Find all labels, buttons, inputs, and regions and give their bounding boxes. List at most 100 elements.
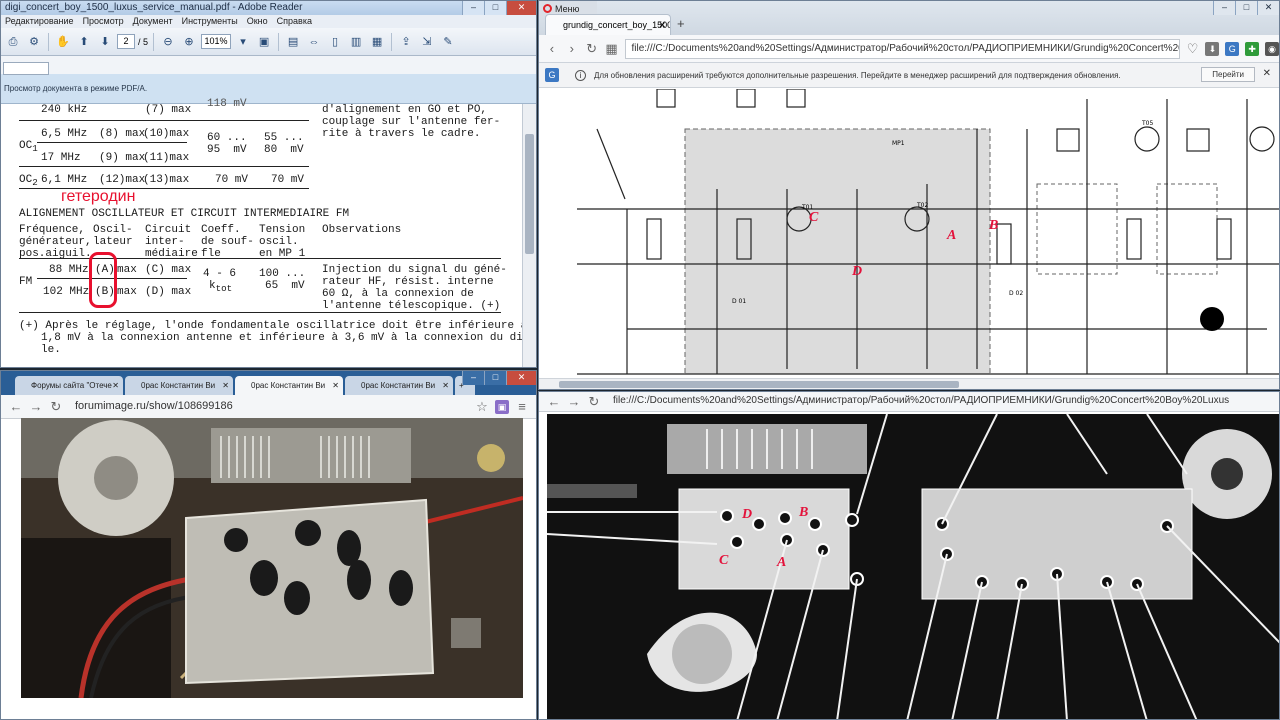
scan-url-input[interactable]: file:///C:/Documents%20and%20Settings/Ад… (607, 392, 1277, 412)
chrome-tab[interactable]: Форумы сайта "Отече ✕ (15, 376, 123, 395)
minimize-button[interactable]: – (462, 1, 484, 15)
chrome-tab-active[interactable]: 0рас Константин Ви ✕ (235, 376, 343, 395)
schematic-image[interactable]: T01 T02 T05 MP1 D 01 D 02 A B C D (567, 89, 1279, 377)
extension-icon[interactable]: ▣ (495, 399, 509, 414)
doc-text: 100 ... (259, 268, 306, 280)
info-icon: i (575, 69, 586, 81)
scroll-thumb[interactable] (525, 134, 534, 254)
tab-close-icon[interactable]: ✕ (332, 376, 339, 395)
extension-icon[interactable]: G (1225, 41, 1240, 56)
doc-text: 6,5 MHz (41, 128, 88, 140)
zoom-out-icon[interactable]: ⊖ (159, 33, 177, 51)
star-icon[interactable]: ☆ (475, 399, 489, 415)
two-page-icon[interactable]: ▥ (347, 33, 365, 51)
tab-close-icon[interactable]: ✕ (222, 376, 229, 395)
extension-icon[interactable]: ✚ (1245, 41, 1260, 56)
bookmark-heart-icon[interactable]: ♡ (1186, 41, 1200, 57)
tab-close-icon[interactable]: ✕ (442, 376, 449, 395)
minimize-button[interactable]: – (462, 371, 484, 385)
chrome-url-input[interactable]: forumimage.ru/show/108699186 (69, 397, 469, 417)
menu-document[interactable]: Документ (133, 15, 173, 28)
doc-text: rite à travers le cadre. (322, 128, 481, 140)
forward-icon[interactable]: → (567, 394, 581, 409)
doc-text: 240 kHz (41, 104, 88, 116)
minimize-button[interactable]: – (1213, 1, 1235, 15)
tab-close-icon[interactable]: ✕ (658, 15, 666, 35)
back-icon[interactable]: ‹ (545, 41, 559, 56)
extension-icon[interactable]: ⬇ (1205, 41, 1220, 56)
fit-width-icon[interactable]: ⇔ (305, 33, 323, 51)
header-circ: Circuit inter- médiaire (145, 224, 198, 260)
settings-icon[interactable]: ⚙ (25, 33, 43, 51)
doc-text: (12)max (99, 174, 146, 186)
forward-icon[interactable]: › (565, 41, 579, 56)
maximize-button[interactable]: □ (1235, 1, 1257, 15)
chrome-tab[interactable]: 0рас Константин Ви ✕ (345, 376, 453, 395)
extension-icon[interactable]: ◉ (1265, 41, 1279, 56)
reload-icon[interactable]: ↻ (49, 399, 63, 415)
mp1-label: MP1 (892, 140, 905, 147)
fit-page-icon[interactable]: ▣ (255, 33, 273, 51)
tab-title: Форумы сайта "Отече (31, 381, 112, 390)
page-up-icon[interactable]: ⬆ (75, 33, 93, 51)
scan-address-bar: ← → ↻ file:///C:/Documents%20and%20Setti… (539, 392, 1279, 412)
menu-edit[interactable]: Редактирование (5, 15, 74, 28)
zoom-in-icon[interactable]: ⊕ (180, 33, 198, 51)
label-a: A (946, 228, 956, 243)
export-icon[interactable]: ⇪ (397, 33, 415, 51)
opera-hscroll[interactable] (539, 378, 1279, 389)
label-d: D (851, 264, 862, 279)
notice-go-button[interactable]: Перейти (1201, 67, 1255, 82)
speed-dial-icon[interactable]: ▦ (605, 41, 619, 57)
back-icon[interactable]: ← (547, 394, 561, 409)
chassis-scan-image[interactable]: D B C A (547, 414, 1279, 719)
scroll-thumb[interactable] (559, 381, 959, 388)
find-input[interactable] (3, 62, 49, 75)
zoom-input[interactable]: 101% (201, 34, 232, 49)
close-button[interactable]: ✕ (1257, 1, 1279, 15)
maximize-button[interactable]: □ (484, 1, 506, 15)
reader-titlebar[interactable]: digi_concert_boy_1500_luxus_service_manu… (1, 1, 536, 15)
save-icon[interactable]: ▤ (284, 33, 302, 51)
close-button[interactable]: ✕ (506, 371, 536, 385)
doc-text: 1,8 mV à la connexion antenne et inférie… (41, 332, 537, 344)
tab-close-icon[interactable]: ✕ (112, 376, 119, 395)
single-page-icon[interactable]: ▯ (326, 33, 344, 51)
opera-tab[interactable]: grundig_concert_boy_1500_ ✕ (545, 14, 671, 35)
doc-text: (C) max (145, 264, 192, 276)
zoom-dropdown-icon[interactable]: ▾ (234, 33, 252, 51)
reader-title: digi_concert_boy_1500_luxus_service_manu… (5, 2, 303, 13)
back-icon[interactable]: ← (9, 399, 23, 414)
comment-icon[interactable]: ✎ (439, 33, 457, 51)
fullscreen-icon[interactable]: ▦ (368, 33, 386, 51)
page-down-icon[interactable]: ⬇ (96, 33, 114, 51)
close-button[interactable]: ✕ (506, 1, 536, 15)
reload-icon[interactable]: ↻ (585, 41, 599, 57)
doc-text: 118 mV (207, 98, 247, 110)
extension-icon: G (545, 68, 559, 82)
menu-help[interactable]: Справка (277, 15, 312, 28)
print-icon[interactable]: ⎙ (4, 33, 22, 51)
document-page[interactable]: 240 kHz (7) max 118 mV d'alignement en G… (1, 98, 537, 367)
tab-title: grundig_concert_boy_1500_ (563, 20, 671, 30)
page-number-input[interactable]: 2 (117, 34, 135, 49)
scan-label-b: B (798, 505, 808, 520)
chrome-tab[interactable]: 0рас Константин Ви ✕ (125, 376, 233, 395)
menu-tools[interactable]: Инструменты (182, 15, 238, 28)
opera-url-input[interactable]: file:///C:/Documents%20and%20Settings/Ад… (624, 38, 1180, 59)
reload-icon[interactable]: ↻ (587, 394, 601, 410)
radio-chassis-photo[interactable] (21, 418, 524, 699)
maximize-button[interactable]: □ (484, 371, 506, 385)
scan-label-c: C (719, 553, 729, 568)
hand-icon[interactable]: ✋ (54, 33, 72, 51)
reader-vscroll[interactable] (522, 104, 536, 367)
share-icon[interactable]: ⇲ (418, 33, 436, 51)
menu-icon[interactable]: ≡ (515, 399, 529, 414)
adobe-reader-window: digi_concert_boy_1500_luxus_service_manu… (0, 0, 537, 368)
notice-close-icon[interactable]: ✕ (1263, 68, 1271, 79)
menu-view[interactable]: Просмотр (83, 15, 124, 28)
new-tab-icon[interactable]: + (677, 16, 685, 31)
chrome-tabbar: Форумы сайта "Отече ✕ 0рас Константин Ви ✕… (1, 371, 536, 395)
forward-icon[interactable]: → (29, 399, 43, 414)
menu-window[interactable]: Окно (247, 15, 268, 28)
